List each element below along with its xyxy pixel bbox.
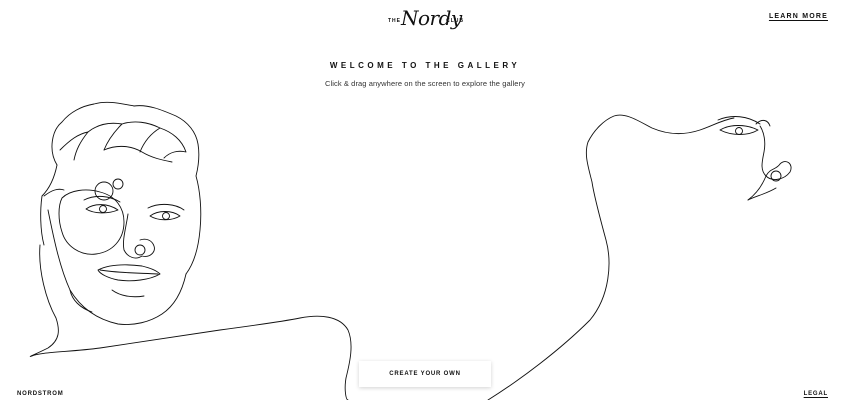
create-your-own-button[interactable]: CREATE YOUR OWN bbox=[359, 361, 491, 387]
legal-link[interactable]: LEGAL bbox=[804, 391, 828, 397]
gallery-line-art-canvas[interactable] bbox=[0, 0, 850, 400]
left-face-drawing bbox=[40, 101, 202, 325]
nordstrom-brand[interactable]: NORDSTROM bbox=[17, 391, 64, 397]
right-flowing-line bbox=[487, 114, 735, 400]
nordy-club-logo[interactable]: THE Nordy CLUB bbox=[388, 6, 464, 34]
page-subtitle: Click & drag anywhere on the screen to e… bbox=[324, 79, 526, 88]
logo-prefix: THE bbox=[388, 18, 401, 24]
page-title: WELCOME TO THE GALLERY bbox=[329, 61, 521, 70]
learn-more-link[interactable]: LEARN MORE bbox=[769, 13, 828, 20]
continuous-line-path bbox=[29, 244, 352, 400]
right-face-drawing bbox=[717, 116, 792, 201]
logo-suffix: CLUB bbox=[446, 18, 464, 24]
